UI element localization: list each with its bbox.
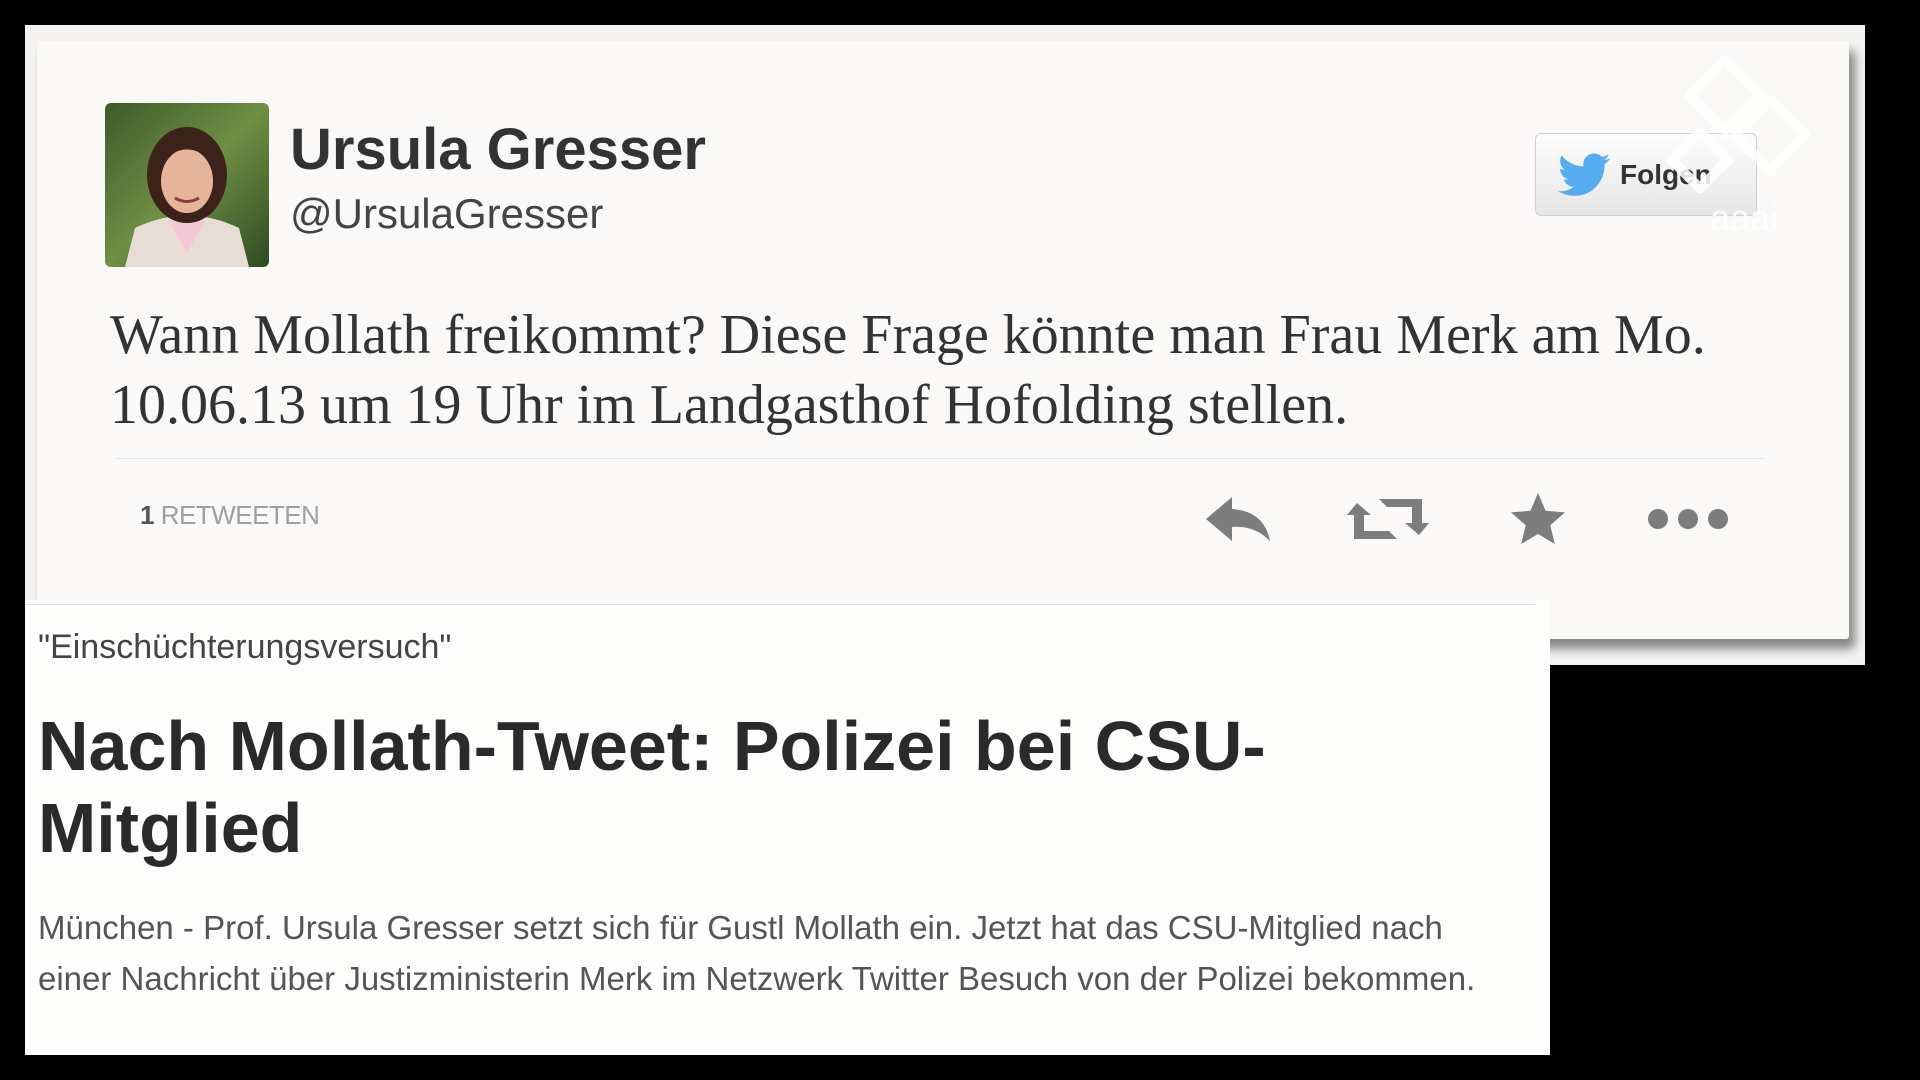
retweet-stat[interactable]: 1 RETWEETEN <box>140 500 320 531</box>
avatar[interactable] <box>105 103 269 267</box>
retweet-icon <box>1347 499 1429 539</box>
more-button[interactable] <box>1643 488 1733 550</box>
favorite-button[interactable] <box>1493 488 1583 550</box>
reply-button[interactable] <box>1193 488 1283 550</box>
tweet-text: Wann Mollath freikommt? Diese Frage könn… <box>110 304 1706 436</box>
article-divider <box>25 604 1535 605</box>
article-kicker: "Einschüchterungsversuch" <box>38 628 452 666</box>
article-teaser: München - Prof. Ursula Gresser setzt sic… <box>38 909 1476 997</box>
favorite-icon <box>1511 493 1565 544</box>
article-headline[interactable]: Nach Mollath-Tweet: Polizei bei CSU-Mitg… <box>38 705 1518 869</box>
reply-icon <box>1206 497 1270 541</box>
retweet-label: RETWEETEN <box>160 500 320 530</box>
twitter-bird-icon <box>1558 153 1610 196</box>
tweet-divider <box>115 458 1765 459</box>
retweet-count: 1 <box>140 500 154 530</box>
author-name[interactable]: Ursula Gresser <box>290 116 706 183</box>
retweet-button[interactable] <box>1343 488 1433 550</box>
more-icon <box>1648 509 1728 529</box>
channel-logo-watermark: aaai <box>1666 54 1811 238</box>
author-handle[interactable]: @UrsulaGresser <box>290 190 603 238</box>
svg-text:aaai: aaai <box>1710 197 1778 238</box>
